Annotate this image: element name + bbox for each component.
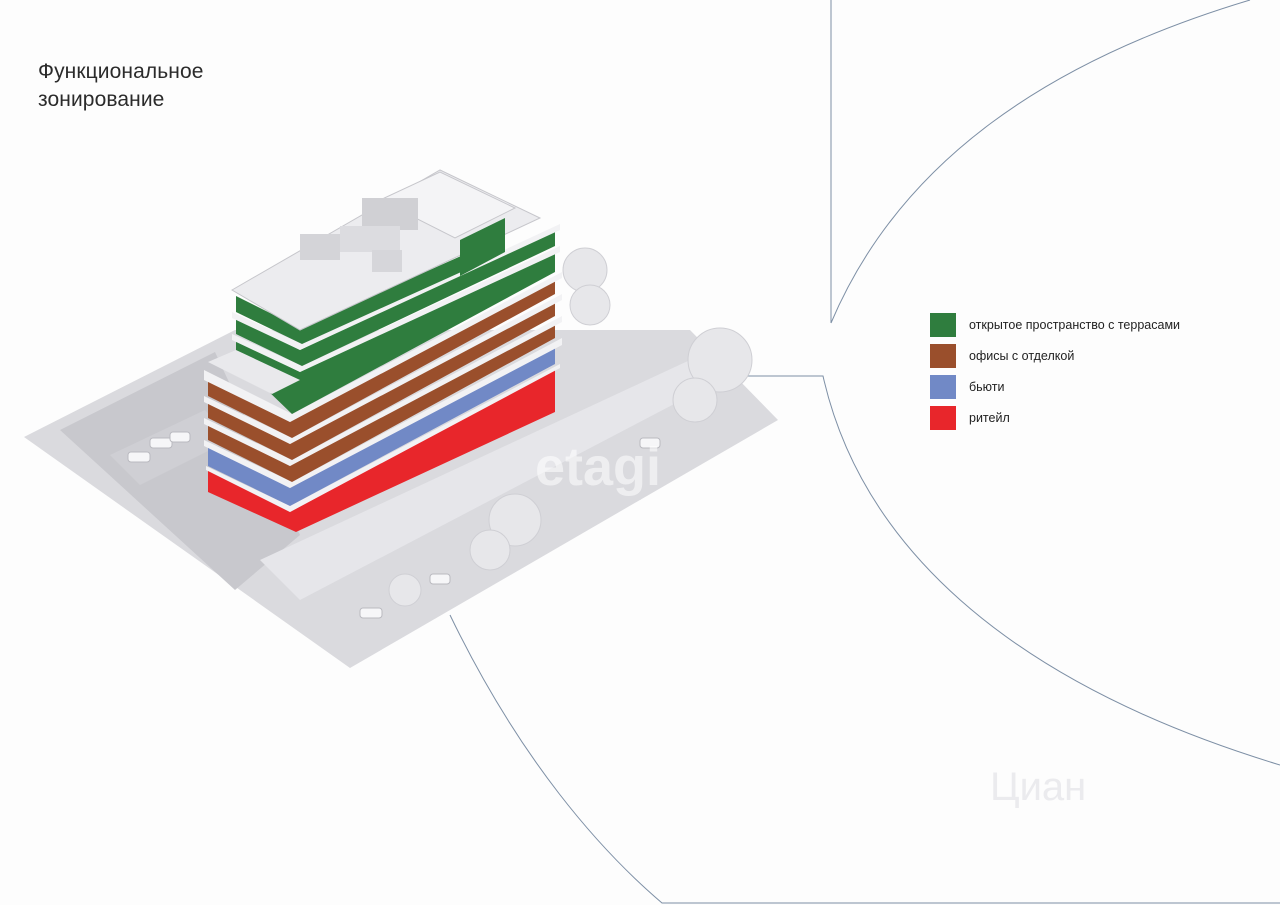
rooftop-unit-4: [372, 250, 402, 272]
car-2: [149, 437, 173, 449]
legend-swatch-beauty: [930, 374, 956, 399]
rooftop-unit-3: [340, 226, 400, 252]
car-1: [127, 451, 151, 463]
watermark-center: etagi: [535, 437, 661, 497]
legend-label-terrace: открытое пространство с террасами: [969, 317, 1181, 332]
legend-item-beauty: бьюти: [930, 371, 1180, 402]
legend-swatch-retail: [930, 405, 956, 430]
legend-swatch-office: [930, 343, 956, 368]
legend-label-retail: ритейл: [969, 410, 1010, 425]
legend: открытое пространство с террасами офисы …: [930, 309, 1180, 433]
tree-4: [672, 377, 718, 423]
legend-item-office: офисы с отделкой: [930, 340, 1180, 371]
car-5: [429, 573, 451, 585]
axonometric-scene: etagi Циан: [24, 0, 1280, 904]
legend-swatch-terrace: [930, 312, 956, 337]
tree-7: [388, 573, 422, 607]
tree-6: [469, 529, 511, 571]
rooftop-unit-1: [300, 234, 340, 260]
tree-2: [569, 284, 611, 326]
curve-right-arc: [740, 375, 1280, 766]
watermark-bottom: Циан: [990, 765, 1086, 809]
legend-item-retail: ритейл: [930, 402, 1180, 433]
legend-item-terrace: открытое пространство с террасами: [930, 309, 1180, 340]
curve-bottom-arc: [449, 614, 1280, 904]
legend-label-office: офисы с отделкой: [969, 348, 1075, 363]
legend-label-beauty: бьюти: [969, 379, 1005, 394]
car-3: [169, 431, 191, 443]
car-4: [359, 607, 383, 619]
rooftop-unit-2: [362, 198, 418, 230]
curve-top-arc: [830, 0, 1251, 324]
